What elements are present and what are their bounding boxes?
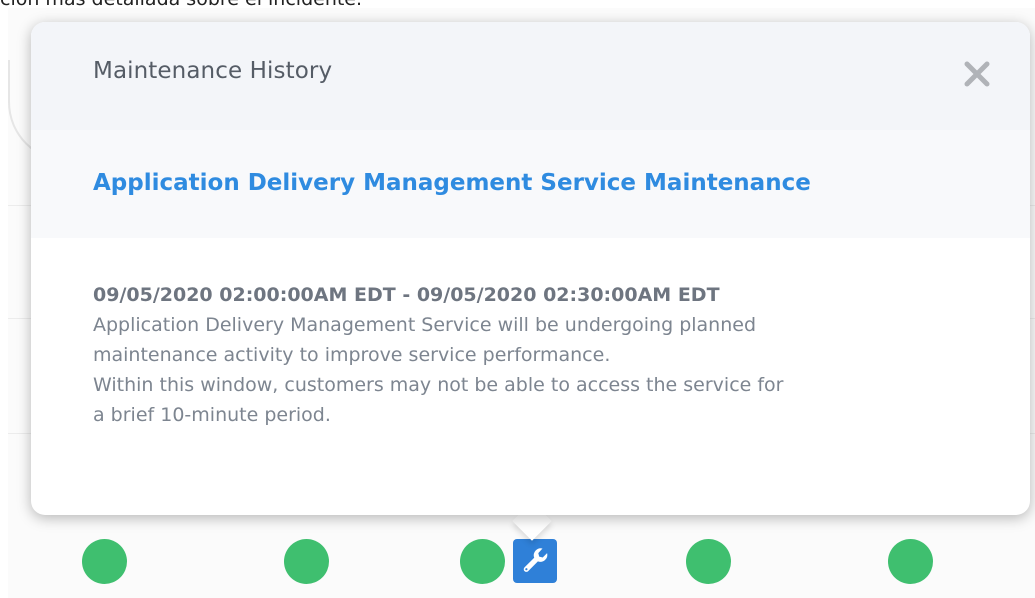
incident-details: 09/05/2020 02:00:00AM EDT - 09/05/2020 0… (31, 238, 1030, 430)
wrench-icon (523, 548, 548, 572)
description-line: Within this window, customers may not be… (93, 374, 784, 396)
status-dot-operational[interactable] (888, 539, 933, 584)
popover-header: Maintenance History (31, 22, 1030, 130)
maintenance-history-popover: Maintenance History Application Delivery… (31, 22, 1030, 515)
incident-title-band: Application Delivery Management Service … (31, 130, 1030, 238)
popover-title: Maintenance History (93, 58, 333, 84)
incident-title-link[interactable]: Application Delivery Management Service … (93, 170, 811, 196)
close-icon (964, 61, 990, 87)
status-dot-operational[interactable] (284, 539, 329, 584)
description-line: a brief 10-minute period. (93, 404, 331, 426)
close-button[interactable] (962, 59, 992, 89)
status-dot-operational[interactable] (460, 539, 505, 584)
maintenance-status-button[interactable] (513, 539, 557, 583)
description-line: maintenance activity to improve service … (93, 344, 611, 366)
status-dot-operational[interactable] (686, 539, 731, 584)
maintenance-time-range: 09/05/2020 02:00:00AM EDT - 09/05/2020 0… (93, 284, 720, 306)
status-dot-operational[interactable] (82, 539, 127, 584)
description-line: Application Delivery Management Service … (93, 314, 757, 336)
